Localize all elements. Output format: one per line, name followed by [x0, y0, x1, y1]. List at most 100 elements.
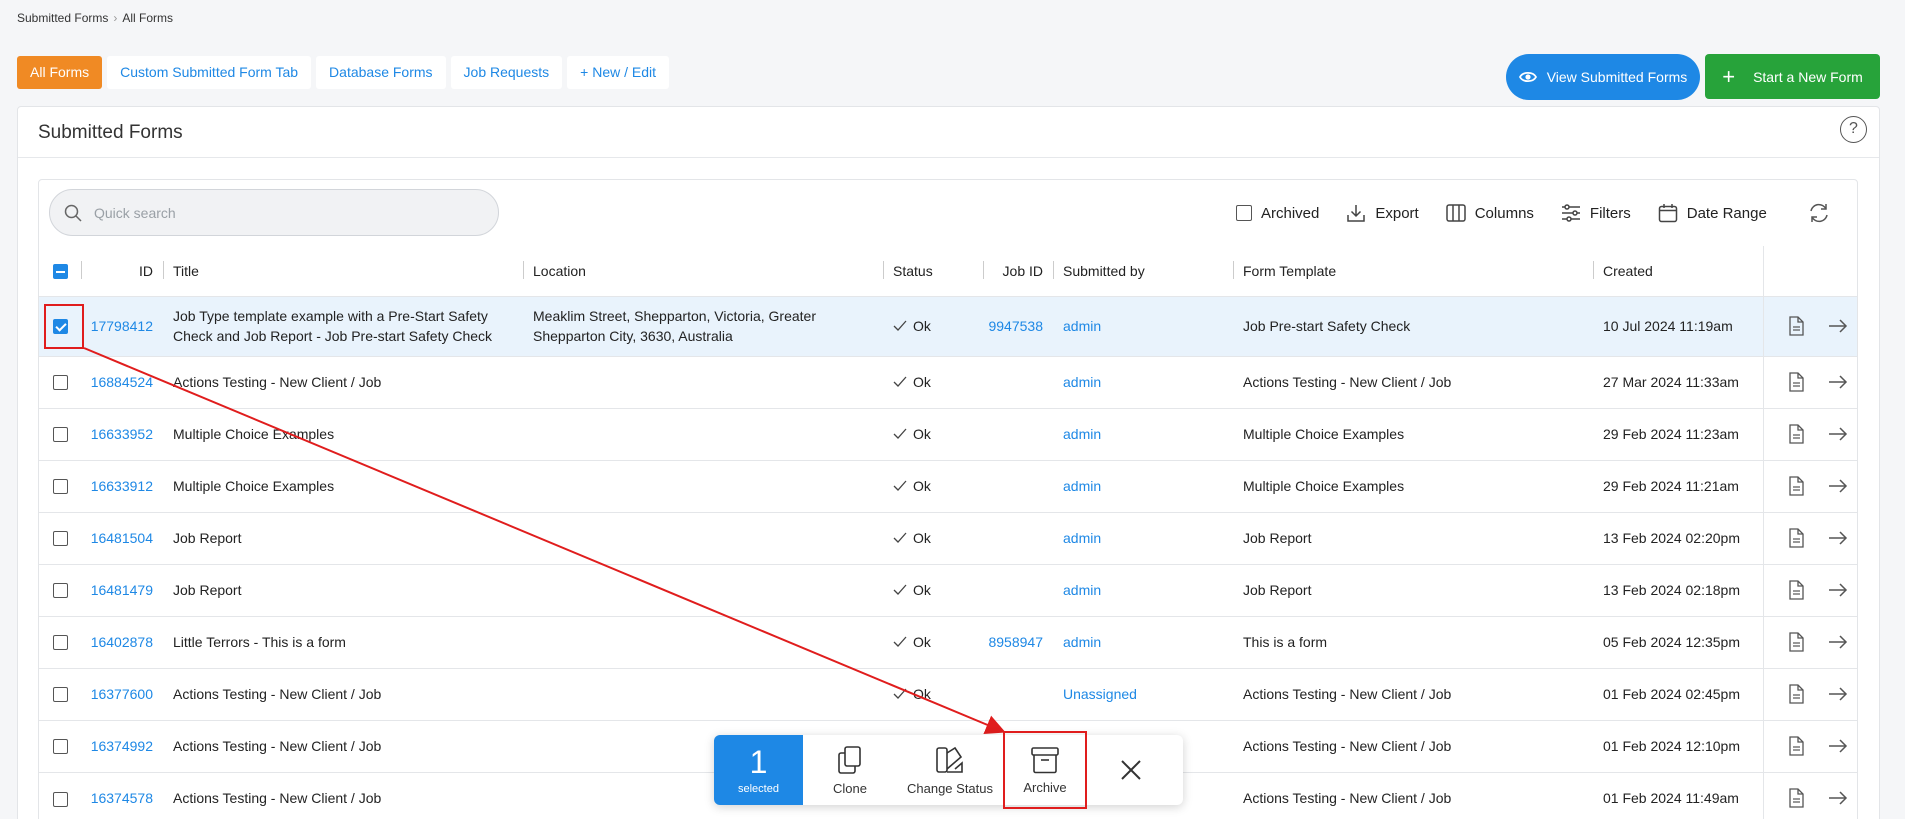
search-input[interactable]	[94, 204, 474, 221]
form-id-link[interactable]: 16481479	[81, 563, 163, 616]
view-submitted-forms-button[interactable]: View Submitted Forms	[1506, 54, 1700, 100]
column-header-id[interactable]: ID	[81, 246, 163, 296]
refresh-icon[interactable]	[1808, 202, 1830, 224]
filters-button[interactable]: Filters	[1561, 204, 1631, 222]
row-checkbox[interactable]	[52, 687, 68, 703]
row-checkbox[interactable]	[52, 635, 68, 651]
arrow-right-icon[interactable]	[1828, 739, 1848, 753]
breadcrumb-item[interactable]: Submitted Forms	[17, 11, 108, 25]
job-id-link[interactable]: 9947538	[983, 295, 1053, 356]
clone-button[interactable]: Clone	[803, 735, 897, 805]
arrow-right-icon[interactable]	[1828, 375, 1848, 389]
row-checkbox[interactable]	[52, 531, 68, 547]
row-checkbox[interactable]	[52, 479, 68, 495]
submitted-by-link[interactable]: admin	[1053, 407, 1233, 460]
form-template: Actions Testing - New Client / Job	[1233, 355, 1593, 408]
date-range-button[interactable]: Date Range	[1658, 203, 1767, 223]
tab-job-requests[interactable]: Job Requests	[450, 56, 563, 89]
change-status-button[interactable]: Change Status	[897, 735, 1003, 805]
archived-toggle[interactable]: Archived	[1236, 205, 1319, 222]
tab-custom-submitted-form[interactable]: Custom Submitted Form Tab	[107, 56, 312, 89]
close-button[interactable]	[1087, 735, 1175, 805]
document-icon[interactable]	[1788, 372, 1804, 392]
start-new-form-button[interactable]: + Start a New Form	[1705, 54, 1880, 99]
document-icon[interactable]	[1788, 736, 1804, 756]
form-id-link[interactable]: 16374992	[81, 719, 163, 772]
arrow-right-icon[interactable]	[1828, 479, 1848, 493]
column-header-created[interactable]: Created	[1593, 246, 1763, 296]
select-all-checkbox[interactable]	[52, 264, 68, 280]
form-id-link[interactable]: 16633912	[81, 459, 163, 512]
job-id-link[interactable]	[983, 563, 1053, 616]
form-id-link[interactable]: 16402878	[81, 615, 163, 668]
column-header-location[interactable]: Location	[523, 246, 883, 296]
submitted-by-link[interactable]: admin	[1053, 511, 1233, 564]
row-checkbox[interactable]	[52, 791, 68, 807]
arrow-right-icon[interactable]	[1828, 319, 1848, 333]
document-icon[interactable]	[1788, 316, 1804, 336]
document-icon[interactable]	[1788, 580, 1804, 600]
form-id-link[interactable]: 16481504	[81, 511, 163, 564]
form-id-link[interactable]: 16884524	[81, 355, 163, 408]
submitted-by-link[interactable]: Unassigned	[1053, 667, 1233, 720]
submitted-by-link[interactable]: admin	[1053, 355, 1233, 408]
row-checkbox[interactable]	[52, 583, 68, 599]
tab-database-forms[interactable]: Database Forms	[316, 56, 446, 89]
archive-button[interactable]: Archive	[1003, 731, 1087, 809]
column-header-submitted-by[interactable]: Submitted by	[1053, 246, 1233, 296]
breadcrumb-item[interactable]: All Forms	[122, 11, 173, 25]
document-icon[interactable]	[1788, 788, 1804, 808]
column-header-job-id[interactable]: Job ID	[983, 246, 1053, 296]
job-id-link[interactable]	[983, 459, 1053, 512]
export-button[interactable]: Export	[1346, 203, 1419, 223]
form-id-link[interactable]: 16374578	[81, 771, 163, 819]
job-id-link[interactable]	[983, 667, 1053, 720]
status-text: Ok	[913, 317, 931, 334]
row-actions	[1762, 771, 1857, 819]
status-text: Ok	[913, 373, 931, 390]
document-icon[interactable]	[1788, 684, 1804, 704]
job-id-link[interactable]	[983, 407, 1053, 460]
job-id-link[interactable]	[983, 511, 1053, 564]
help-icon[interactable]: ?	[1840, 116, 1867, 143]
row-checkbox[interactable]	[52, 739, 68, 755]
column-header-form-template[interactable]: Form Template	[1233, 246, 1593, 296]
arrow-right-icon[interactable]	[1828, 687, 1848, 701]
submitted-by-link[interactable]: admin	[1053, 295, 1233, 356]
table-row[interactable]: 16481504 Job Report Ok admin Job Report 13 Fe…	[39, 511, 1857, 564]
document-icon[interactable]	[1788, 632, 1804, 652]
submitted-by-link[interactable]: admin	[1053, 563, 1233, 616]
arrow-right-icon[interactable]	[1828, 583, 1848, 597]
submitted-by-link[interactable]: admin	[1053, 615, 1233, 668]
row-checkbox[interactable]	[52, 375, 68, 391]
status-ok: Ok	[893, 530, 931, 546]
arrow-right-icon[interactable]	[1828, 427, 1848, 441]
table-row[interactable]: 16633912 Multiple Choice Examples Ok admin M…	[39, 459, 1857, 512]
form-id-link[interactable]: 17798412	[81, 295, 163, 356]
table-row[interactable]: 16402878 Little Terrors - This is a form O…	[39, 615, 1857, 668]
arrow-right-icon[interactable]	[1828, 531, 1848, 545]
form-id-link[interactable]: 16633952	[81, 407, 163, 460]
arrow-right-icon[interactable]	[1828, 791, 1848, 805]
arrow-right-icon[interactable]	[1828, 635, 1848, 649]
form-title: Actions Testing - New Client / Job	[163, 719, 523, 772]
columns-button[interactable]: Columns	[1445, 204, 1534, 222]
tab-all-forms[interactable]: All Forms	[17, 56, 103, 89]
document-icon[interactable]	[1788, 528, 1804, 548]
row-checkbox[interactable]	[52, 427, 68, 443]
table-row[interactable]: 16377600 Actions Testing - New Client / J…	[39, 667, 1857, 720]
table-row[interactable]: 16884524 Actions Testing - New Client / J…	[39, 355, 1857, 408]
job-id-link[interactable]: 8958947	[983, 615, 1053, 668]
document-icon[interactable]	[1788, 424, 1804, 444]
form-id-link[interactable]: 16377600	[81, 667, 163, 720]
archived-checkbox[interactable]	[1236, 205, 1252, 221]
job-id-link[interactable]	[983, 355, 1053, 408]
submitted-by-link[interactable]: admin	[1053, 459, 1233, 512]
table-row[interactable]: 16633952 Multiple Choice Examples Ok admin M…	[39, 407, 1857, 460]
table-row[interactable]: 16481479 Job Report Ok admin Job Report 13 Fe…	[39, 563, 1857, 616]
tab-new-edit[interactable]: + New / Edit	[567, 56, 670, 89]
document-icon[interactable]	[1788, 476, 1804, 496]
column-header-status[interactable]: Status	[883, 246, 983, 296]
column-header-title[interactable]: Title	[163, 246, 523, 296]
table-row[interactable]: 17798412 Job Type template example with a…	[39, 295, 1857, 356]
